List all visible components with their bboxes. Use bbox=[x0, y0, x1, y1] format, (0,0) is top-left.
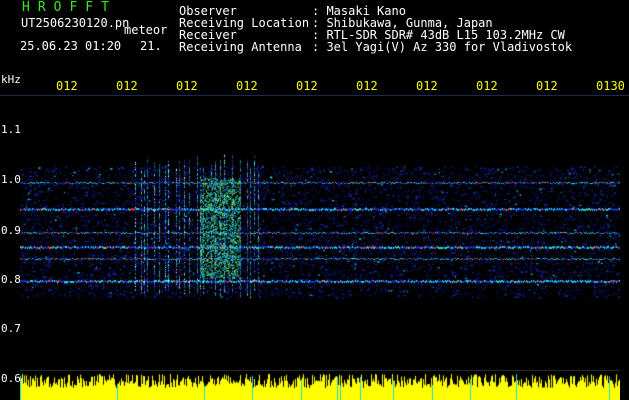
hrofft-logo-text: HROFFT bbox=[22, 0, 117, 15]
frequency-tick: 0.9 bbox=[1, 224, 21, 237]
frequency-tick: 0.7 bbox=[1, 322, 21, 335]
frame-number: 21. bbox=[140, 39, 162, 53]
meteor-tag: meteor bbox=[124, 23, 168, 37]
time-tick: 012 bbox=[536, 79, 558, 93]
time-tick: 012 bbox=[236, 79, 258, 93]
frequency-tick: 0.6 bbox=[1, 372, 21, 385]
time-tick: 012 bbox=[56, 79, 78, 93]
time-tick: 012 bbox=[296, 79, 318, 93]
antenna-value: : 3el Yagi(V) Az 330 for Vladivostok bbox=[312, 40, 573, 54]
time-tick: 0130 bbox=[596, 79, 625, 93]
time-tick: 012 bbox=[176, 79, 198, 93]
time-tick: 012 bbox=[116, 79, 138, 93]
time-tick: 012 bbox=[416, 79, 438, 93]
frequency-unit-label: kHz bbox=[1, 73, 21, 86]
header-separator bbox=[0, 95, 629, 96]
file-name: UT2506230120.pn bbox=[21, 16, 130, 30]
frequency-tick: 0.8 bbox=[1, 273, 21, 286]
time-tick: 012 bbox=[356, 79, 378, 93]
frequency-tick: 1.1 bbox=[1, 123, 21, 136]
time-tick: 012 bbox=[476, 79, 498, 93]
spectrogram-waterfall bbox=[20, 98, 620, 400]
antenna-label: Receiving Antenna bbox=[179, 40, 302, 54]
date-time: 25.06.23 01:20 bbox=[20, 39, 122, 53]
frequency-tick: 1.0 bbox=[1, 173, 21, 186]
